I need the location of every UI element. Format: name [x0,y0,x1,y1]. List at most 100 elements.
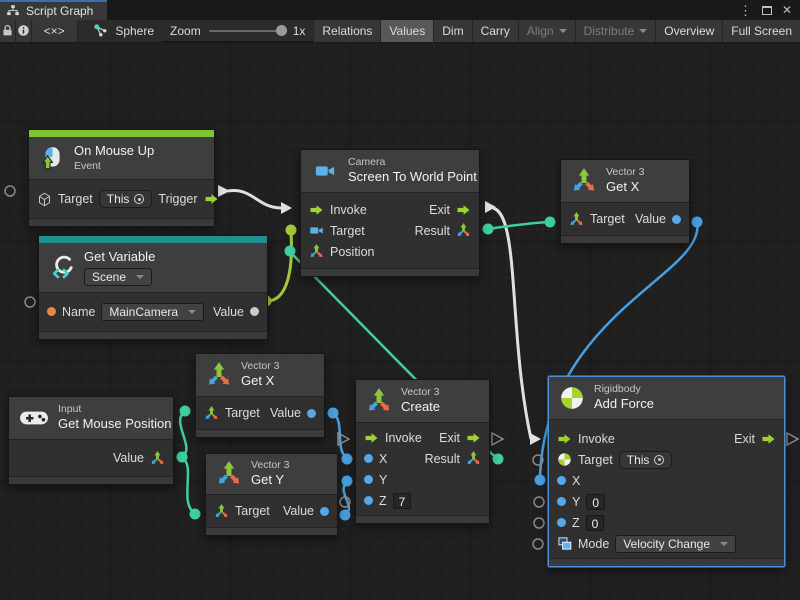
node-get-mouse-position[interactable]: Input Get Mouse Position Value [8,396,174,485]
exec-input-icon[interactable] [309,204,324,216]
window-controls: ⋮ ✕ [739,0,800,20]
float-port-dot[interactable] [307,409,316,418]
close-icon[interactable]: ✕ [782,4,792,16]
exec-input-icon[interactable] [557,433,572,445]
float-port-dot[interactable] [557,476,566,485]
node-screen-to-world-point[interactable]: Camera Screen To World Point Invoke Exit… [300,149,480,277]
node-header: Vector 3 Get Y [206,454,337,495]
this-target-chip[interactable]: This [619,451,673,469]
node-header: Rigidbody Add Force [549,377,784,420]
exec-output-icon[interactable] [456,204,471,216]
port-label-value: Value [213,305,244,319]
float-port-dot[interactable] [320,507,329,516]
toolbar-spacer [78,20,86,42]
lock-button[interactable] [0,20,16,42]
fullscreen-button[interactable]: Full Screen [723,20,800,42]
float-port-dot[interactable] [364,496,373,505]
y-value-field[interactable]: 0 [586,494,605,510]
node-header: Vector 3 Get X [561,160,689,203]
float-port-dot[interactable] [364,454,373,463]
exec-output-icon[interactable] [204,193,219,205]
maximize-icon[interactable] [762,6,772,15]
vector3-port-icon[interactable] [214,504,229,519]
z-value-field[interactable]: 7 [393,493,412,509]
exec-output-icon[interactable] [761,433,776,445]
zoom-label: Zoom [170,24,201,38]
script-graph-icon [6,4,20,18]
z-value-field[interactable]: 0 [586,515,605,531]
float-port-dot[interactable] [557,497,566,506]
info-icon [17,24,30,37]
node-get-x-top[interactable]: Vector 3 Get X Target Value [560,159,690,244]
node-footer [9,476,173,484]
node-category: Camera [348,156,477,169]
node-header: Vector 3 Create [356,380,489,423]
node-header: Get Variable Scene [39,243,267,293]
float-port-dot[interactable] [672,215,681,224]
chevron-down-icon [720,542,728,546]
gameobject-cube-icon [37,192,52,207]
node-footer [561,235,689,243]
node-on-mouse-up[interactable]: On Mouse Up Event Target This Trigger [28,129,215,227]
relations-button[interactable]: Relations [313,20,381,42]
node-footer [39,331,267,339]
distribute-dropdown[interactable]: Distribute [576,20,657,42]
vector3-port-icon[interactable] [309,244,324,259]
vector3-port-icon[interactable] [466,451,481,466]
string-port-dot[interactable] [47,307,56,316]
carry-button[interactable]: Carry [473,20,519,42]
this-target-chip[interactable]: This [99,190,153,208]
force-mode-dropdown[interactable]: Velocity Change [615,535,736,553]
window-menu-icon[interactable]: ⋮ [739,4,752,17]
node-get-variable[interactable]: Get Variable Scene Name MainCamera Value [38,235,268,340]
align-dropdown[interactable]: Align [519,20,576,42]
wire-trigger-to-invoke [218,185,292,214]
graph-toolbar: <×> Sphere Zoom 1x Relations Values Dim … [0,20,800,42]
vector3-port-icon[interactable] [150,451,165,466]
node-get-x-mid[interactable]: Vector 3 Get X Target Value [195,353,325,438]
graph-canvas[interactable]: On Mouse Up Event Target This Trigger [0,43,800,600]
value-port-dot[interactable] [250,307,259,316]
node-footer [301,268,479,276]
port-label-target: Target [58,192,93,206]
angle-x-icon: <×> [44,24,65,38]
exec-input-icon[interactable] [364,432,379,444]
tab-title: Script Graph [26,4,93,18]
values-button[interactable]: Values [381,20,434,42]
float-port-dot[interactable] [557,518,566,527]
wire-camera-result-to-getx [483,217,556,235]
inspect-button[interactable] [16,20,32,42]
node-vector3-create[interactable]: Vector 3 Create Invoke Exit X Result Y Z [355,379,490,524]
edit-code-button[interactable]: <×> [32,20,78,42]
overview-button[interactable]: Overview [656,20,723,42]
vector3-icon [206,362,232,388]
zoom-slider-handle[interactable] [276,25,287,36]
exec-output-icon[interactable] [466,432,481,444]
vector3-port-icon[interactable] [569,212,584,227]
tab-script-graph[interactable]: Script Graph [0,0,107,20]
float-port-dot[interactable] [364,475,373,484]
rigidbody-icon [559,385,585,411]
camera-port-icon[interactable] [309,223,324,238]
graph-node-icon [93,23,108,38]
vector3-port-icon[interactable] [204,406,219,421]
chevron-down-icon [559,29,567,33]
chevron-down-icon [639,29,647,33]
node-title: On Mouse Up [74,143,154,160]
variable-name-dropdown[interactable]: MainCamera [101,303,204,321]
mouse-up-icon [39,145,65,171]
graph-breadcrumb[interactable]: Sphere [85,20,162,42]
node-title: Screen To World Point [348,169,477,186]
wire-exit-to-addforce-invoke [485,201,541,445]
variable-icon [49,254,75,280]
node-get-y[interactable]: Vector 3 Get Y Target Value [205,453,338,536]
toolbar-right-group: Relations Values Dim Carry Align Distrib… [313,20,800,42]
rigidbody-port-icon[interactable] [557,452,572,467]
zoom-slider[interactable] [209,30,285,32]
node-add-force[interactable]: Rigidbody Add Force Invoke Exit Target T… [548,376,785,567]
node-subtitle: Event [74,160,154,173]
vector3-port-icon[interactable] [456,223,471,238]
dim-button[interactable]: Dim [434,20,472,42]
node-header: Input Get Mouse Position [9,397,173,440]
variable-scope-dropdown[interactable]: Scene [84,268,152,286]
